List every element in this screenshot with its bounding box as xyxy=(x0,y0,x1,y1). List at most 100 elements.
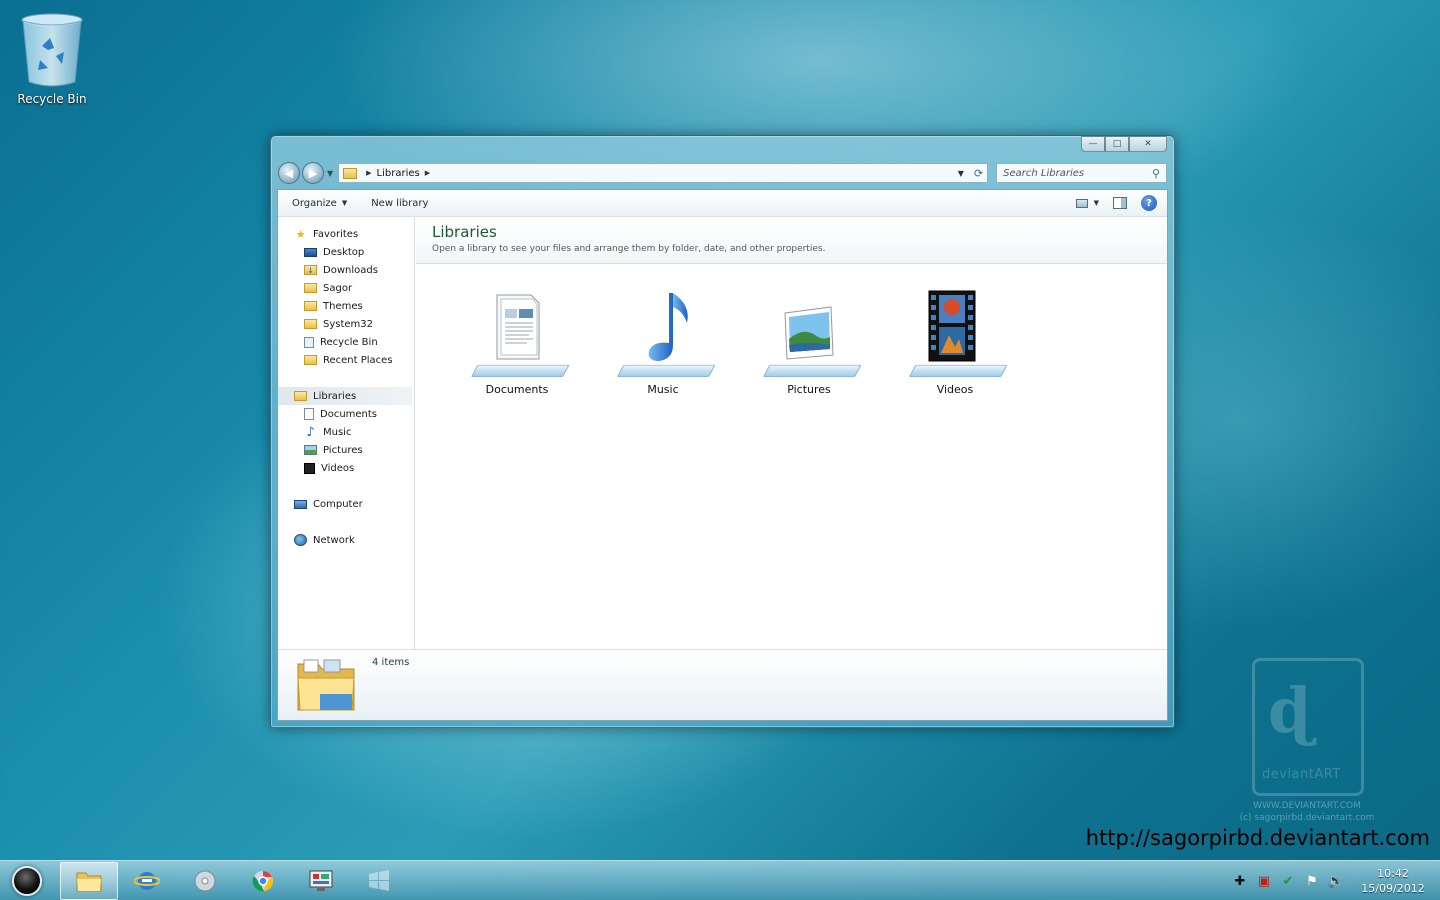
recycle-bin-icon xyxy=(304,336,314,348)
nav-label: System32 xyxy=(323,318,374,330)
libraries-folder-icon xyxy=(296,656,358,714)
action-center-flag-icon[interactable]: ⚑ xyxy=(1304,873,1320,889)
nav-label: Music xyxy=(323,426,352,438)
nav-item-sagor[interactable]: Sagor xyxy=(278,279,414,297)
nav-item-downloads[interactable]: ↓ Downloads xyxy=(278,261,414,279)
library-tile-pictures[interactable]: Pictures xyxy=(736,289,882,396)
taskbar-ie-button[interactable] xyxy=(118,862,176,900)
organize-button[interactable]: Organize ▼ xyxy=(292,198,347,209)
library-tile-videos[interactable]: Videos xyxy=(882,289,1028,396)
nav-libraries[interactable]: Libraries xyxy=(278,387,412,405)
start-button[interactable] xyxy=(12,865,42,896)
recent-pages-dropdown[interactable]: ▼ xyxy=(327,169,333,178)
videos-library-icon xyxy=(905,289,1008,379)
back-button[interactable]: ◀ xyxy=(278,162,300,184)
nav-item-system32[interactable]: System32 xyxy=(278,315,414,333)
folder-icon xyxy=(304,301,317,311)
plus-icon[interactable]: ✚ xyxy=(1232,873,1248,889)
breadcrumb-libraries[interactable]: Libraries xyxy=(377,168,420,179)
nav-label: Libraries xyxy=(313,390,357,402)
address-history-dropdown-icon[interactable]: ▼ xyxy=(958,169,964,178)
user-folder-icon xyxy=(304,283,317,293)
nav-label: Documents xyxy=(320,408,378,420)
nav-computer[interactable]: Computer xyxy=(278,495,414,513)
view-options-chevron-icon[interactable]: ▼ xyxy=(1094,199,1099,207)
breadcrumb-separator-icon[interactable]: ▶ xyxy=(425,169,430,177)
content-pane: Libraries Open a library to see your fil… xyxy=(416,217,1167,650)
back-arrow-icon: ◀ xyxy=(284,166,294,180)
volume-icon[interactable]: 🔈 xyxy=(1328,873,1344,889)
address-bar[interactable]: ▶ Libraries ▶ ▼ ⟳ xyxy=(338,163,989,183)
ie-icon xyxy=(134,869,160,893)
taskbar: ✚ ▣ ✔ ⚑ 🔈 10:42 15/09/2012 xyxy=(0,860,1440,900)
close-button[interactable]: ✕ xyxy=(1129,136,1167,152)
help-icon[interactable]: ? xyxy=(1141,195,1157,211)
chevron-down-icon: ▼ xyxy=(341,199,348,207)
deviantart-logo-icon: ɖ xyxy=(1268,674,1312,747)
desktop-icon xyxy=(304,247,317,257)
taskbar-chrome-button[interactable] xyxy=(234,862,292,900)
item-count: 4 items xyxy=(372,657,410,668)
nav-label: Recycle Bin xyxy=(320,336,378,348)
preview-pane-icon[interactable] xyxy=(1113,197,1127,209)
nav-item-pictures[interactable]: Pictures xyxy=(278,441,414,459)
nav-label: Themes xyxy=(323,300,363,312)
nav-item-recycle-bin[interactable]: Recycle Bin xyxy=(278,333,414,351)
nav-network[interactable]: Network xyxy=(278,531,414,549)
nav-label: Computer xyxy=(313,498,363,510)
maximize-button[interactable]: □ xyxy=(1105,136,1129,152)
breadcrumb-separator-icon[interactable]: ▶ xyxy=(366,169,371,177)
clock-time: 10:42 xyxy=(1377,867,1409,880)
refresh-icon[interactable]: ⟳ xyxy=(974,167,983,180)
nav-item-desktop[interactable]: Desktop xyxy=(278,243,414,261)
nav-favorites[interactable]: ★ Favorites xyxy=(278,225,414,243)
network-adapter-icon[interactable]: ▣ xyxy=(1256,873,1272,889)
nav-item-videos[interactable]: Videos xyxy=(278,459,414,477)
taskbar-control-panel-button[interactable] xyxy=(292,862,350,900)
watermark-url: WWW.DEVIANTART.COM (c) sagorpirbd.devian… xyxy=(1232,800,1382,824)
computer-icon xyxy=(294,499,307,509)
security-check-icon[interactable]: ✔ xyxy=(1280,873,1296,889)
new-library-button[interactable]: New library xyxy=(371,198,428,209)
folder-icon xyxy=(343,167,358,179)
nav-item-themes[interactable]: Themes xyxy=(278,297,414,315)
nav-label: Pictures xyxy=(323,444,363,456)
library-tile-documents[interactable]: Documents xyxy=(444,289,590,396)
music-icon: ♪ xyxy=(306,424,315,440)
nav-label: Desktop xyxy=(323,246,365,258)
desktop-icon-recycle-bin[interactable]: Recycle Bin xyxy=(12,12,92,106)
library-label: Pictures xyxy=(787,383,831,396)
search-input[interactable]: Search Libraries ⚲ xyxy=(996,163,1167,183)
library-tile-music[interactable]: Music xyxy=(590,289,736,396)
nav-label: Recent Places xyxy=(323,354,393,366)
pictures-library-icon xyxy=(759,289,862,379)
libraries-icon xyxy=(294,391,307,401)
forward-button[interactable]: ▶ xyxy=(302,162,324,184)
nav-label: Network xyxy=(313,534,355,546)
explorer-body: Organize ▼ New library ▼ ? ★ Favorites D… xyxy=(277,189,1168,721)
minimize-button[interactable]: — xyxy=(1081,136,1105,152)
explorer-window: — □ ✕ ◀ ▶ ▼ ▶ Libraries ▶ ▼ ⟳ Search Lib… xyxy=(270,135,1175,728)
search-icon[interactable]: ⚲ xyxy=(1152,167,1160,180)
navigation-row: ◀ ▶ ▼ ▶ Libraries ▶ ▼ ⟳ Search Libraries… xyxy=(278,162,1167,184)
network-icon xyxy=(294,534,307,546)
library-label: Documents xyxy=(485,383,549,396)
music-library-icon xyxy=(613,289,716,379)
details-pane: 4 items xyxy=(278,649,1167,720)
nav-label: Sagor xyxy=(323,282,353,294)
taskbar-windows-button[interactable] xyxy=(350,862,408,900)
nav-label: Favorites xyxy=(313,228,359,240)
nav-item-documents[interactable]: Documents xyxy=(278,405,414,423)
nav-item-recent-places[interactable]: Recent Places xyxy=(278,351,414,369)
system-clock[interactable]: 10:42 15/09/2012 xyxy=(1352,866,1434,896)
change-view-icon[interactable] xyxy=(1075,198,1088,208)
folder-icon xyxy=(76,869,102,893)
taskbar-media-player-button[interactable] xyxy=(176,862,234,900)
documents-library-icon xyxy=(467,289,570,379)
library-label: Videos xyxy=(936,383,974,396)
nav-label: Videos xyxy=(321,462,355,474)
notification-area: ✚ ▣ ✔ ⚑ 🔈 10:42 15/09/2012 xyxy=(1232,861,1440,900)
nav-item-music[interactable]: ♪ Music xyxy=(278,423,414,441)
control-panel-icon xyxy=(308,869,334,893)
taskbar-explorer-button[interactable] xyxy=(60,861,118,900)
